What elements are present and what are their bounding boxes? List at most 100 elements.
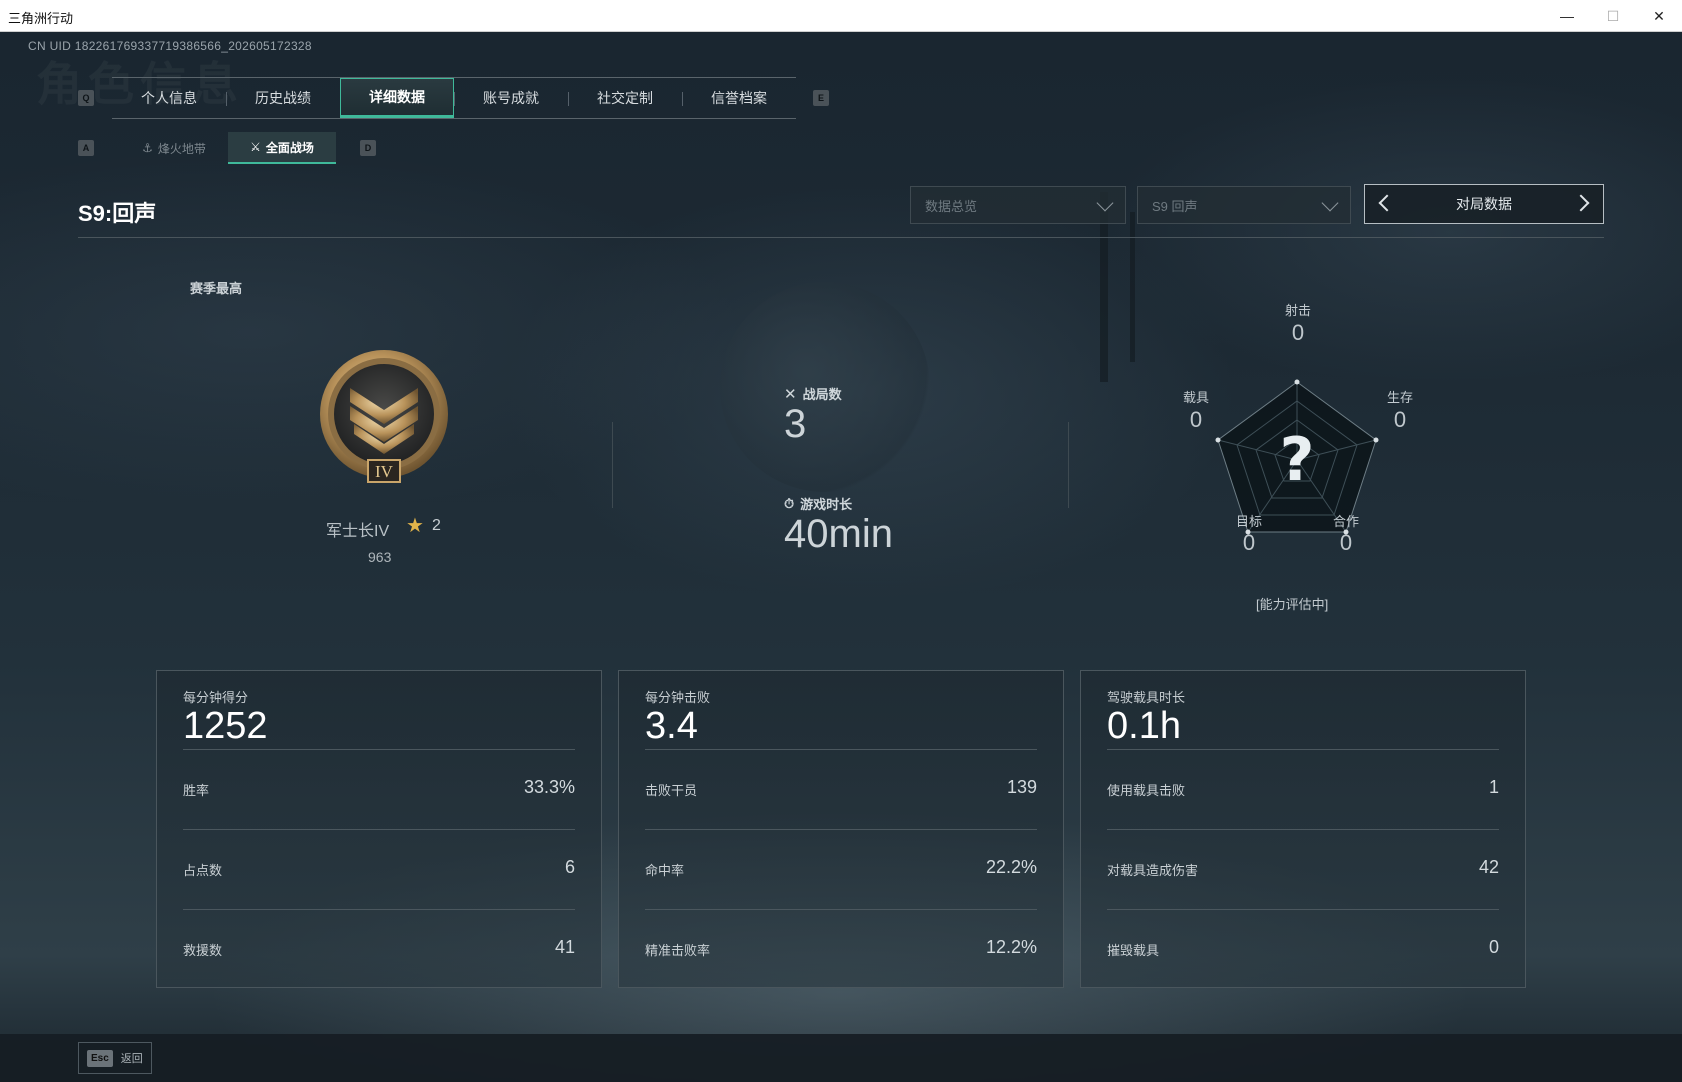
stat-card-kills: 每分钟击败 3.4 击败干员 139 命中率 22.2% 精准击败率 12.2% — [618, 670, 1064, 988]
tab-detailed-data[interactable]: 详细数据 — [340, 78, 454, 118]
stat-row: 对载具造成伤害 42 — [1107, 829, 1499, 909]
stat-row: 摧毁载具 0 — [1107, 909, 1499, 989]
card-head-label: 驾驶载具时长 — [1107, 690, 1186, 705]
stat-value: 42 — [1478, 857, 1499, 877]
stat-value: 0 — [1488, 937, 1499, 957]
back-label: 返回 — [120, 1053, 143, 1065]
svg-text:IV: IV — [375, 462, 394, 481]
chevron-down-icon — [1096, 194, 1114, 212]
subtab-warfare[interactable]: ⚔ 全面战场 — [228, 132, 336, 164]
unknown-ability-mark: ? — [1280, 425, 1315, 495]
maximize-button[interactable]: ☐ — [1590, 0, 1636, 32]
dropdown-value: S9 回声 — [1152, 198, 1198, 214]
card-head-label: 每分钟击败 — [645, 690, 711, 705]
radar-label-shooting: 射击 — [1284, 303, 1311, 318]
matches-label: ✕ 战局数 — [784, 384, 842, 403]
stat-row: 胜率 33.3% — [183, 749, 575, 829]
ability-radar-chart: ? — [1215, 379, 1379, 535]
stat-key: 击败干员 — [645, 783, 698, 798]
subtab-label: 全面战场 — [265, 140, 314, 155]
ability-status: [能力评估中] — [1256, 597, 1329, 612]
time-label-text: 游戏时长 — [800, 497, 853, 512]
stat-value: 33.3% — [523, 777, 575, 797]
star-icon: ★ — [406, 515, 424, 537]
matches-label-text: 战局数 — [802, 387, 842, 402]
key-hint-e: E — [813, 90, 829, 106]
stat-row: 占点数 6 — [183, 829, 575, 909]
esc-key-hint: Esc — [87, 1049, 113, 1067]
tactical-icon: ⚔ — [250, 140, 261, 154]
tab-reputation[interactable]: 信誉档案 — [682, 78, 796, 118]
playtime-value: 40min — [784, 512, 893, 556]
stat-row: 救援数 41 — [183, 909, 575, 989]
key-hint-a: A — [78, 140, 94, 156]
minimize-button[interactable]: — — [1544, 0, 1590, 32]
stat-value: 22.2% — [985, 857, 1037, 877]
main-tab-bar: 个人信息 历史战绩 详细数据 账号成就 社交定制 信誉档案 — [112, 77, 796, 119]
stat-key: 胜率 — [183, 783, 210, 798]
stat-key: 对载具造成伤害 — [1107, 863, 1199, 878]
radar-label-objective: 目标 — [1235, 514, 1262, 529]
chevron-right-icon[interactable] — [1572, 194, 1590, 212]
stat-value: 139 — [1006, 777, 1037, 797]
stat-value: 12.2% — [985, 937, 1037, 957]
chevron-down-icon — [1321, 194, 1339, 212]
close-button[interactable]: ✕ — [1636, 0, 1682, 32]
season-dropdown[interactable]: S9 回声 — [1137, 186, 1351, 224]
chevron-left-icon[interactable] — [1378, 194, 1396, 212]
radar-label-cooperation: 合作 — [1332, 514, 1359, 529]
stat-row: 精准击败率 12.2% — [645, 909, 1037, 989]
season-title: S9:回声 — [78, 201, 157, 226]
stat-value: 41 — [554, 937, 575, 957]
rank-score: 963 — [368, 549, 392, 565]
stopwatch-icon: ⏱ — [784, 495, 795, 511]
section-divider — [1068, 422, 1069, 508]
rank-badge-icon: IV — [320, 350, 448, 483]
time-label: ⏱ 游戏时长 — [784, 494, 852, 513]
sub-tab-bar: ⚓ 烽火地带 ⚔ 全面战场 — [120, 132, 336, 164]
subtab-hazard-ops[interactable]: ⚓ 烽火地带 — [120, 132, 228, 164]
key-hint-d: D — [360, 140, 376, 156]
pager-label: 对局数据 — [1456, 196, 1512, 212]
stat-row: 使用载具击败 1 — [1107, 749, 1499, 829]
tab-history[interactable]: 历史战绩 — [226, 78, 340, 118]
key-hint-q: Q — [78, 90, 94, 106]
stat-key: 摧毁载具 — [1107, 943, 1160, 958]
dropdown-value: 数据总览 — [925, 198, 978, 214]
section-divider — [612, 422, 613, 508]
stat-key: 命中率 — [645, 863, 685, 878]
anchor-icon: ⚓ — [142, 141, 153, 155]
header-divider — [78, 237, 1604, 238]
tab-social[interactable]: 社交定制 — [568, 78, 682, 118]
radar-value-cooperation: 0 — [1339, 530, 1353, 555]
stat-key: 救援数 — [183, 943, 223, 958]
card-head-value: 3.4 — [645, 705, 698, 747]
radar-label-survival: 生存 — [1386, 390, 1413, 405]
season-best-label: 赛季最高 — [190, 281, 243, 296]
stat-key: 占点数 — [183, 863, 223, 878]
game-canvas: 角色信息 CN UID 182261769337719386566_202605… — [0, 32, 1682, 1082]
matches-value: 3 — [784, 402, 807, 446]
background-tower — [1130, 212, 1135, 362]
radar-value-survival: 0 — [1393, 407, 1407, 432]
radar-label-vehicle: 载具 — [1182, 390, 1209, 405]
stat-row: 击败干员 139 — [645, 749, 1037, 829]
tab-personal-info[interactable]: 个人信息 — [112, 78, 226, 118]
bottom-bar — [0, 1034, 1682, 1082]
stat-value: 6 — [564, 857, 575, 877]
stat-value: 1 — [1488, 777, 1499, 797]
card-head-value: 0.1h — [1107, 705, 1181, 747]
radar-value-vehicle: 0 — [1189, 407, 1203, 432]
stat-card-vehicle: 驾驶载具时长 0.1h 使用载具击败 1 对载具造成伤害 42 摧毁载具 0 — [1080, 670, 1526, 988]
window-titlebar: 三角洲行动 — ☐ ✕ — [0, 0, 1682, 32]
card-head-label: 每分钟得分 — [183, 690, 249, 705]
radar-value-shooting: 0 — [1291, 320, 1305, 345]
tab-achievements[interactable]: 账号成就 — [454, 78, 568, 118]
category-dropdown[interactable]: 数据总览 — [910, 186, 1126, 224]
radar-value-objective: 0 — [1242, 530, 1256, 555]
player-uid: CN UID 182261769337719386566_20260517232… — [28, 39, 312, 53]
back-button[interactable]: Esc 返回 — [78, 1042, 152, 1074]
rank-star-count: 2 — [432, 517, 441, 534]
card-head-value: 1252 — [183, 705, 268, 747]
stat-key: 精准击败率 — [645, 943, 711, 958]
